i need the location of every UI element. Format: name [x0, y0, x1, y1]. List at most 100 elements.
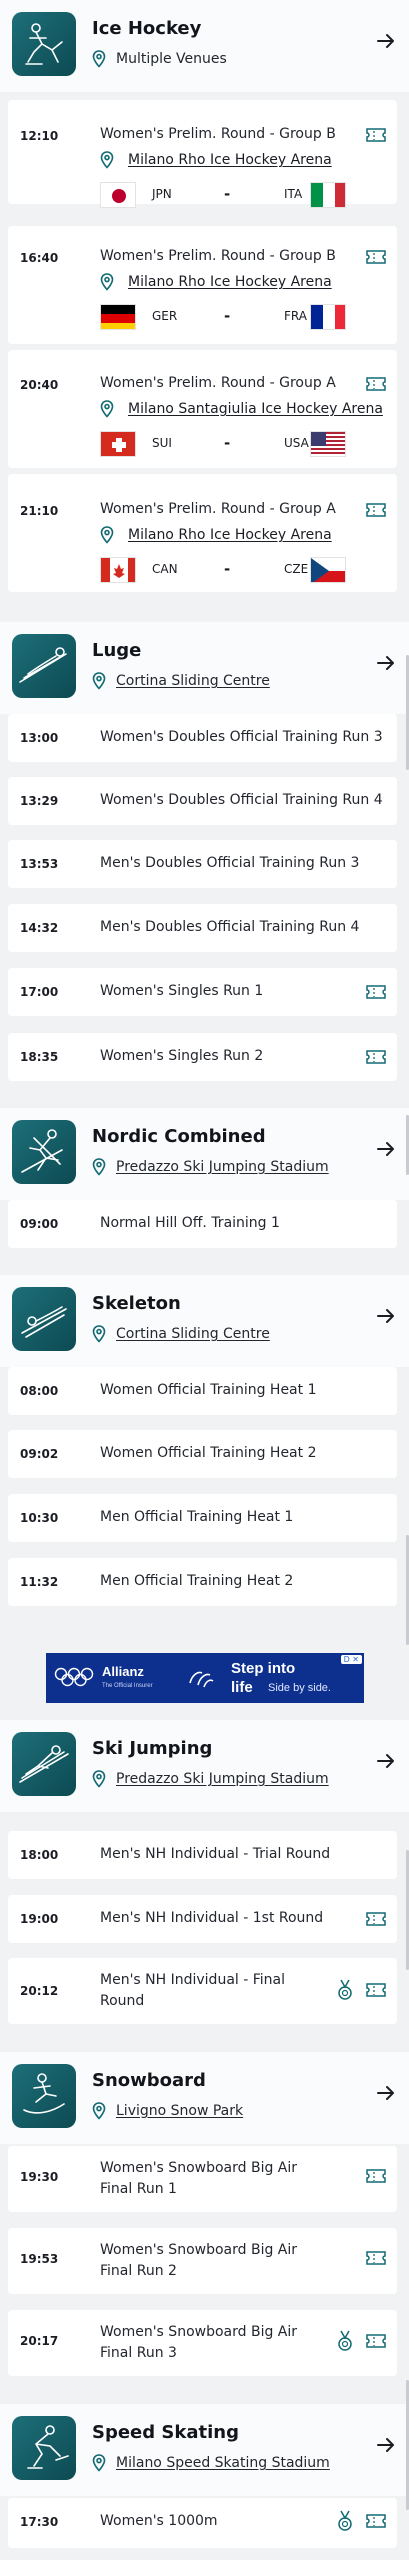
- arrow-right-icon[interactable]: [375, 652, 397, 674]
- sport-venue[interactable]: Cortina Sliding Centre: [92, 670, 270, 692]
- ticket-icon[interactable]: [365, 248, 387, 266]
- event-card[interactable]: 21:10 Women's Prelim. Round - Group A Mi…: [8, 474, 397, 592]
- sport-venue[interactable]: Milano Speed Skating Stadium: [92, 2452, 330, 2474]
- ad-choices-badge[interactable]: D ✕: [340, 1655, 362, 1664]
- arrow-right-icon[interactable]: [375, 2434, 397, 2456]
- event-name: Men's Doubles Official Training Run 3: [100, 855, 360, 871]
- event-card[interactable]: 11:32 Men Official Training Heat 2: [8, 1558, 397, 1606]
- sport-venue[interactable]: Predazzo Ski Jumping Stadium: [92, 1156, 329, 1178]
- event-card[interactable]: 18:35 Women's Singles Run 2: [8, 1033, 397, 1081]
- event-name: Women's Doubles Official Training Run 4: [100, 792, 383, 808]
- event-card[interactable]: 20:12 Men's NH Individual - Final Round: [8, 1958, 397, 2024]
- location-pin-icon: [92, 2102, 106, 2120]
- sport-venue[interactable]: Cortina Sliding Centre: [92, 1323, 270, 1345]
- ticket-icon[interactable]: [365, 2249, 387, 2267]
- event-name: Men Official Training Heat 2: [100, 1573, 294, 1589]
- arrow-right-icon[interactable]: [375, 2082, 397, 2104]
- ski-jumping-icon: [12, 1732, 76, 1796]
- location-pin-icon: [100, 526, 114, 544]
- event-card[interactable]: 09:02 Women Official Training Heat 2: [8, 1430, 397, 1478]
- arrow-right-icon[interactable]: [375, 1750, 397, 1772]
- event-name: Men's NH Individual - 1st Round: [100, 1910, 324, 1926]
- venue-link[interactable]: Cortina Sliding Centre: [116, 1326, 270, 1342]
- ticket-icon[interactable]: [365, 1981, 387, 1999]
- ticket-icon[interactable]: [365, 983, 387, 1001]
- event-venue[interactable]: Milano Santagiulia Ice Hockey Arena: [100, 400, 383, 418]
- event-name: Women's Prelim. Round - Group B: [100, 126, 336, 142]
- arrow-right-icon[interactable]: [375, 1138, 397, 1160]
- flag-france-icon: [310, 304, 346, 330]
- event-card[interactable]: 08:00 Women Official Training Heat 1: [8, 1367, 397, 1415]
- event-time: 19:00: [20, 1912, 59, 1926]
- event-card[interactable]: 13:29 Women's Doubles Official Training …: [8, 777, 397, 825]
- sport-venue[interactable]: Livigno Snow Park: [92, 2100, 243, 2122]
- venue-link[interactable]: Livigno Snow Park: [116, 2103, 243, 2119]
- event-card[interactable]: 19:53 Women's Snowboard Big Air Final Ru…: [8, 2228, 397, 2294]
- event-card[interactable]: 10:30 Men Official Training Heat 1: [8, 1494, 397, 1542]
- flag-germany-icon: [100, 304, 136, 330]
- arrow-right-icon[interactable]: [375, 30, 397, 52]
- scrollbar[interactable]: [405, 0, 409, 2560]
- event-name: Women Official Training Heat 2: [100, 1445, 317, 1461]
- venue-link[interactable]: Milano Speed Skating Stadium: [116, 2455, 330, 2471]
- arrow-right-icon[interactable]: [375, 1305, 397, 1327]
- event-card[interactable]: 19:30 Women's Snowboard Big Air Final Ru…: [8, 2146, 397, 2212]
- ticket-icon[interactable]: [365, 1048, 387, 1066]
- snowboard-icon: [12, 2064, 76, 2128]
- sport-header-ice-hockey[interactable]: Ice Hockey Multiple Venues: [0, 0, 409, 92]
- event-card[interactable]: 19:00 Men's NH Individual - 1st Round: [8, 1895, 397, 1943]
- ad-cta-line1: Step into: [231, 1660, 296, 1677]
- event-card[interactable]: 17:30 Women's 1000m: [8, 2498, 397, 2548]
- event-card[interactable]: 17:00 Women's Singles Run 1: [8, 968, 397, 1016]
- event-card[interactable]: 16:40 Women's Prelim. Round - Group B Mi…: [8, 226, 397, 344]
- team-code-away: USA: [284, 436, 309, 450]
- event-card[interactable]: 13:00 Women's Doubles Official Training …: [8, 714, 397, 762]
- ticket-icon[interactable]: [365, 2167, 387, 2185]
- event-venue[interactable]: Milano Rho Ice Hockey Arena: [100, 151, 332, 169]
- venue-link[interactable]: Milano Rho Ice Hockey Arena: [128, 274, 332, 290]
- ticket-icon[interactable]: [365, 375, 387, 393]
- team-code-home: GER: [152, 309, 178, 323]
- venue-link[interactable]: Milano Rho Ice Hockey Arena: [128, 527, 332, 543]
- event-time: 18:35: [20, 1050, 59, 1064]
- ticket-icon[interactable]: [365, 2332, 387, 2350]
- ticket-icon[interactable]: [365, 501, 387, 519]
- venue-link[interactable]: Predazzo Ski Jumping Stadium: [116, 1771, 329, 1787]
- event-venue[interactable]: Milano Rho Ice Hockey Arena: [100, 526, 332, 544]
- event-card[interactable]: 20:17 Women's Snowboard Big Air Final Ru…: [8, 2310, 397, 2376]
- versus-dash: -: [224, 185, 231, 203]
- ticket-icon[interactable]: [365, 126, 387, 144]
- event-card[interactable]: 18:00 Men's NH Individual - Trial Round: [8, 1831, 397, 1879]
- location-pin-icon: [92, 1325, 106, 1343]
- event-time: 14:32: [20, 921, 59, 935]
- event-card[interactable]: 12:10 Women's Prelim. Round - Group B Mi…: [8, 100, 397, 208]
- venue-link[interactable]: Milano Santagiulia Ice Hockey Arena: [128, 401, 383, 417]
- sport-header-nordic-combined[interactable]: Nordic Combined Predazzo Ski Jumping Sta…: [0, 1108, 409, 1200]
- ad-banner[interactable]: Allianz The Official Insurer Step into l…: [46, 1653, 364, 1703]
- event-time: 17:00: [20, 985, 59, 999]
- event-card[interactable]: 20:40 Women's Prelim. Round - Group A Mi…: [8, 350, 397, 468]
- flag-japan-icon: [100, 182, 136, 208]
- event-card[interactable]: 13:53 Men's Doubles Official Training Ru…: [8, 840, 397, 888]
- team-code-home: SUI: [152, 436, 172, 450]
- sport-name: Skeleton: [92, 1293, 181, 1314]
- event-venue[interactable]: Milano Rho Ice Hockey Arena: [100, 273, 332, 291]
- sport-header-luge[interactable]: Luge Cortina Sliding Centre: [0, 622, 409, 714]
- sport-venue[interactable]: Predazzo Ski Jumping Stadium: [92, 1768, 329, 1790]
- sport-header-snowboard[interactable]: Snowboard Livigno Snow Park: [0, 2052, 409, 2144]
- location-pin-icon: [100, 151, 114, 169]
- event-name: Men's NH Individual - Final Round: [100, 1972, 286, 2009]
- sport-header-speed-skating[interactable]: Speed Skating Milano Speed Skating Stadi…: [0, 2404, 409, 2496]
- venue-link[interactable]: Cortina Sliding Centre: [116, 673, 270, 689]
- event-name: Women's Snowboard Big Air Final Run 2: [100, 2242, 298, 2279]
- ticket-icon[interactable]: [365, 1910, 387, 1928]
- event-card[interactable]: 09:00 Normal Hill Off. Training 1: [8, 1200, 397, 1248]
- venue-link[interactable]: Predazzo Ski Jumping Stadium: [116, 1159, 329, 1175]
- sport-header-ski-jumping[interactable]: Ski Jumping Predazzo Ski Jumping Stadium: [0, 1720, 409, 1812]
- ticket-icon[interactable]: [365, 2512, 387, 2530]
- matchup: SUI - USA: [100, 431, 390, 457]
- venue-link[interactable]: Milano Rho Ice Hockey Arena: [128, 152, 332, 168]
- sport-header-skeleton[interactable]: Skeleton Cortina Sliding Centre: [0, 1275, 409, 1367]
- medal-icon: [338, 2510, 352, 2531]
- event-card[interactable]: 14:32 Men's Doubles Official Training Ru…: [8, 904, 397, 952]
